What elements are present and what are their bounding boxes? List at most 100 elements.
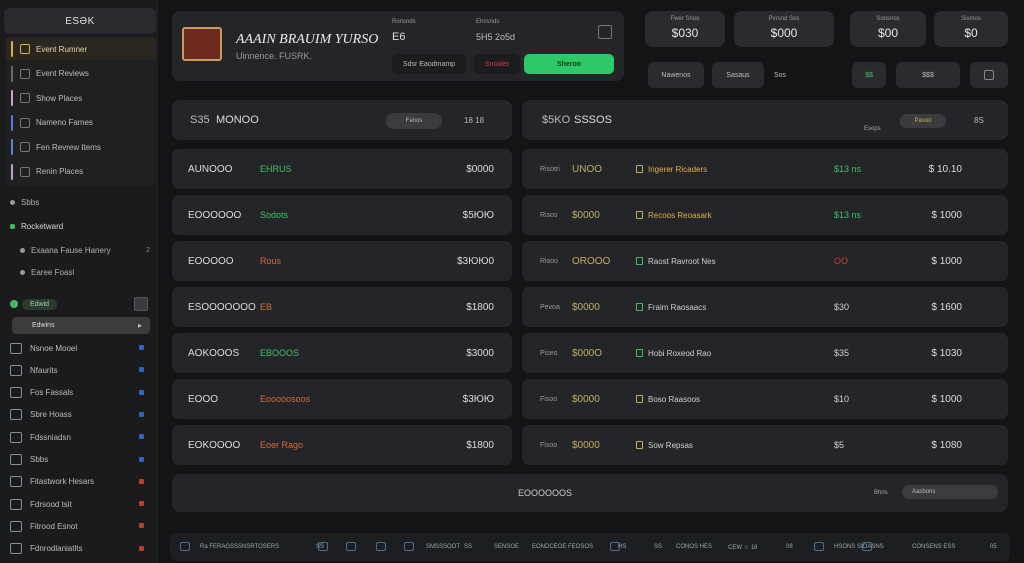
cancel-button[interactable]: Snooler <box>474 54 520 74</box>
footer-icon[interactable] <box>814 542 824 551</box>
list-item[interactable]: Pevoa $0000 Fraim Raosaacs $30 $ 1600 <box>522 287 1008 327</box>
list-item[interactable]: Piseo $000O Hobi Roxeod Rao $35 $ 1030 <box>522 333 1008 373</box>
footer-item[interactable]: 08 <box>786 533 793 561</box>
toolbar-button[interactable]: $$$ <box>896 62 960 88</box>
nav-item-label: Nameno Fames <box>36 118 93 127</box>
col1-value: E6 <box>392 31 406 43</box>
table-row[interactable]: AUNOOO EHRUS $0000 <box>172 149 512 189</box>
sidebar-tool-item[interactable]: Fdrsood tsit <box>10 494 150 514</box>
row-name: EOOOOOO <box>188 209 242 221</box>
dot-icon <box>10 200 15 205</box>
row-name: EOOOOO <box>188 255 234 267</box>
footer-icon[interactable] <box>404 542 414 551</box>
more-button[interactable] <box>970 62 1008 88</box>
footer-item[interactable]: CONOS HES <box>676 533 712 561</box>
status-marker-icon <box>139 434 144 440</box>
sidebar-nav-item[interactable]: Nameno Fames <box>6 112 156 134</box>
list-item[interactable]: Fisoo $0000 Sow Repsas $5 $ 1080 <box>522 425 1008 465</box>
sidebar-section-title[interactable]: Rocketward <box>10 222 63 231</box>
table-row[interactable]: EOKOOOO Eoer Rago $1800 <box>172 425 512 465</box>
status-marker-icon <box>139 478 144 484</box>
table-row[interactable]: ESOOOOOOO EB $1800 <box>172 287 512 327</box>
row-title: Raost Ravroot Nes <box>648 256 716 266</box>
footer-item[interactable]: SENSOE <box>494 533 519 561</box>
summary-pill[interactable]: Aasbons <box>902 485 998 499</box>
row-amount: $1800 <box>466 301 494 313</box>
sidebar-tool-item[interactable]: Fos Fassals <box>10 383 150 403</box>
sidebar-nav-item[interactable]: Event Reviews <box>6 63 156 85</box>
footer-item[interactable]: 05 <box>990 533 997 561</box>
nav-item-label: Event Reviews <box>36 69 89 78</box>
footer-item[interactable]: SS <box>464 533 472 561</box>
row-percent: $10 <box>834 394 850 404</box>
footer-icon[interactable] <box>376 542 386 551</box>
sidebar-tool-item[interactable]: Fitrood Esnot <box>10 516 150 536</box>
filter-pill[interactable]: Fanos <box>386 113 442 129</box>
sidebar-nav-item[interactable]: Event Rumner <box>6 38 156 60</box>
toolbar-button[interactable]: Sos <box>768 62 792 88</box>
row-title: Ingerer Ricaders <box>648 164 708 174</box>
row-title: Boso Raasoos <box>648 394 701 404</box>
stat-card: Fwer Snoo $030 <box>645 11 725 47</box>
category-icon <box>636 441 643 449</box>
status-marker-icon <box>139 501 144 507</box>
list-item[interactable]: Risotri UNOO Ingerer Ricaders $13 ns $ 10.10 <box>522 149 1008 189</box>
accent-bar <box>11 163 13 180</box>
schedule-button[interactable]: Sdsr Eaodmamp <box>392 54 466 74</box>
table-row[interactable]: EOOO Eooooosoos $3ЮЮ <box>172 379 512 419</box>
sidebar-nav-item[interactable]: Renin Places <box>6 161 156 183</box>
row-code: $000O <box>572 347 603 359</box>
table-row[interactable]: EOOOOOO Sodots $5ЮЮ <box>172 195 512 235</box>
toolbar-button[interactable]: $$ <box>852 62 886 88</box>
app-logo[interactable]: ESƏK <box>4 8 156 34</box>
sidebar-item-sbbs[interactable]: Sbbs <box>10 198 39 207</box>
sidebar-nav-item[interactable]: Fen Revrew Items <box>6 136 156 158</box>
sidebar-tool-item[interactable]: Sbbs <box>10 450 150 470</box>
sidebar-subitem[interactable]: Earee Foasl <box>20 268 74 277</box>
category-icon <box>636 395 643 403</box>
table-row[interactable]: AOKOOOS EBOOOS $3000 <box>172 333 512 373</box>
sidebar-tool-item[interactable]: Sbre Hoass <box>10 405 150 425</box>
tool-icon <box>10 387 22 399</box>
footer-item[interactable]: CONSENS ESS <box>912 533 955 561</box>
panel-title: MONOO <box>216 114 259 126</box>
footer-item[interactable]: Ra FERAGSSSNSRTOSERS <box>200 533 279 561</box>
sidebar-selected-item[interactable]: Edwins ▸ <box>12 317 150 334</box>
row-percent: $13 ns <box>834 210 862 220</box>
share-button[interactable]: Sheroo <box>524 54 614 74</box>
row-title: Recoos Reoasark <box>648 210 712 220</box>
grid-icon[interactable] <box>134 297 148 311</box>
filter-pill[interactable]: Pasoo <box>900 114 946 128</box>
list-item[interactable]: Risos $0000 Recoos Reoasark $13 ns $ 1000 <box>522 195 1008 235</box>
grid-icon[interactable] <box>598 25 612 39</box>
row-amount: $ 1600 <box>931 301 962 313</box>
sidebar-tool-item[interactable]: Fitastwork Hesars <box>10 472 150 492</box>
stat-card: Pvrsnd Sos $000 <box>734 11 834 47</box>
footer-icon[interactable] <box>346 542 356 551</box>
footer-item[interactable]: EONDCEOE FEOSOS <box>532 533 593 561</box>
footer-item[interactable]: HSONS SIOASNS <box>834 533 884 561</box>
sidebar-tool-item[interactable]: Nsnoe Mooel <box>10 338 150 358</box>
tool-item-label: Fitastwork Hesars <box>30 477 95 487</box>
list-item[interactable]: Risoo OROOO Raost Ravroot Nes OO $ 1000 <box>522 241 1008 281</box>
tool-icon <box>10 364 22 376</box>
sidebar-nav-item[interactable]: Show Places <box>6 87 156 109</box>
table-row[interactable]: EOOOOO Rous $3ЮЮ0 <box>172 241 512 281</box>
green-pill[interactable]: Edwid <box>22 298 58 310</box>
sidebar-subitem[interactable]: Exaana Fause Hanery 2 <box>20 246 154 255</box>
footer-item[interactable]: SS <box>654 533 662 561</box>
toolbar-button[interactable]: Nawenos <box>648 62 704 88</box>
footer-icon[interactable] <box>180 542 190 551</box>
footer-item[interactable]: SMSSSOOT <box>426 533 460 561</box>
list-item[interactable]: Fisoo $0000 Boso Raasoos $10 $ 1000 <box>522 379 1008 419</box>
nav-item-label: Event Rumner <box>36 44 88 54</box>
sidebar-tool-item[interactable]: Nfaurits <box>10 360 150 380</box>
toolbar-button[interactable]: Sasaus <box>712 62 764 88</box>
footer-item[interactable]: HS <box>618 533 626 561</box>
row-amount: $1800 <box>466 439 494 451</box>
category-icon <box>636 211 643 219</box>
sidebar-tool-item[interactable]: Fdnrodlaniatlts <box>10 539 150 559</box>
footer-item[interactable]: CEW ☆ 18 <box>728 533 757 561</box>
sidebar-tool-item[interactable]: Fdssniadsn <box>10 427 150 447</box>
footer-item[interactable]: SS <box>316 533 324 561</box>
